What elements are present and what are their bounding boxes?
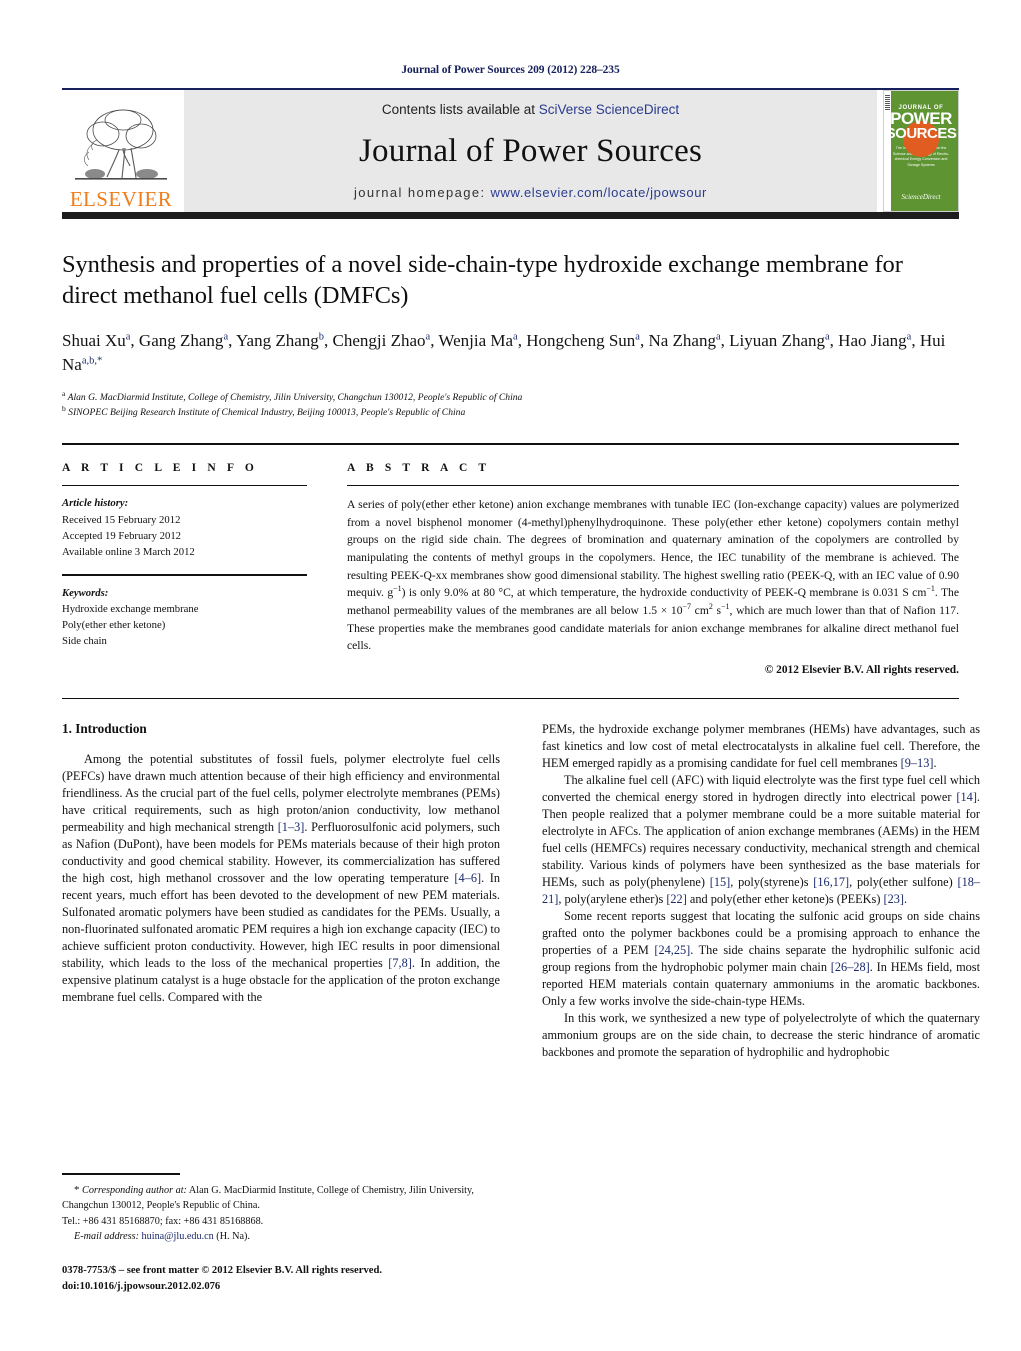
homepage-prefix: journal homepage:	[354, 185, 491, 200]
keyword-item: Side chain	[62, 635, 107, 648]
available-online-date: Available online 3 March 2012	[62, 546, 195, 559]
affiliation-b: b SINOPEC Beijing Research Institute of …	[62, 404, 466, 419]
affiliation-a: a Alan G. MacDiarmid Institute, College …	[62, 388, 523, 403]
email-line: E-mail address: huina@jlu.edu.cn (H. Na)…	[62, 1229, 500, 1244]
paragraph: Among the potential substitutes of fossi…	[62, 752, 501, 1005]
footnote-block: * Corresponding author at: Alan G. MacDi…	[62, 1173, 500, 1295]
info-and-abstract: A R T I C L E I N F O Article history: R…	[62, 462, 959, 676]
telephone-line: Tel.: +86 431 85168870; fax: +86 431 851…	[62, 1215, 264, 1227]
body-column-right: PEMs, the hydroxide exchange polymer mem…	[542, 721, 980, 1061]
keywords-label: Keywords:	[62, 586, 109, 599]
journal-article-page: Journal of Power Sources 209 (2012) 228–…	[0, 0, 1021, 1351]
abstract-column: A B S T R A C T A series of poly(ether e…	[347, 462, 959, 676]
article-info-rule	[62, 484, 307, 487]
keyword-item: Hydroxide exchange membrane	[62, 602, 199, 615]
title-block: Synthesis and properties of a novel side…	[62, 249, 959, 421]
article-info-separator	[62, 574, 307, 576]
page-title: Synthesis and properties of a novel side…	[62, 251, 903, 310]
email-label: E-mail address:	[74, 1230, 139, 1242]
abstract-heading: A B S T R A C T	[347, 461, 491, 474]
info-section-rule	[62, 442, 959, 445]
body-section-rule	[62, 697, 959, 700]
keyword-item: Poly(ether ether ketone)	[62, 619, 166, 632]
masthead-center-panel: Contents lists available at SciVerse Sci…	[184, 90, 877, 212]
affiliation-a-text: Alan G. MacDiarmid Institute, College of…	[67, 391, 523, 403]
journal-homepage-line: journal homepage: www.elsevier.com/locat…	[354, 185, 707, 200]
article-info-column: A R T I C L E I N F O Article history: R…	[62, 462, 307, 676]
elsevier-wordmark: ELSEVIER	[69, 187, 173, 211]
paragraph: The alkaline fuel cell (AFC) with liquid…	[542, 773, 981, 907]
affiliations: a Alan G. MacDiarmid Institute, College …	[62, 390, 959, 421]
section-heading-introduction: 1. Introduction	[62, 721, 147, 737]
footnote-rule	[62, 1173, 180, 1175]
footnote-text: * Corresponding author at: Alan G. MacDi…	[62, 1182, 500, 1244]
paragraph: Some recent reports suggest that locatin…	[542, 909, 980, 1009]
article-history-label: Article history:	[62, 497, 129, 510]
body-columns: 1. Introduction Among the potential subs…	[62, 721, 980, 1061]
contents-prefix: Contents lists available at	[381, 102, 539, 117]
author-list: Shuai Xua, Gang Zhanga, Yang Zhangb, Che…	[62, 330, 946, 374]
masthead: ELSEVIER Contents lists available at Sci…	[62, 90, 959, 212]
accepted-date: Accepted 19 February 2012	[62, 529, 182, 542]
masthead-bottom-bar	[62, 212, 959, 219]
abstract-copyright: © 2012 Elsevier B.V. All rights reserved…	[764, 663, 959, 676]
paragraph: PEMs, the hydroxide exchange polymer mem…	[542, 722, 980, 771]
contents-lists-line: Contents lists available at SciVerse Sci…	[382, 102, 679, 117]
received-date: Received 15 February 2012	[62, 513, 181, 526]
paragraph: In this work, we synthesized a new type …	[542, 1011, 980, 1060]
email-link[interactable]: huina@jlu.edu.cn	[142, 1231, 214, 1242]
cover-sciencedirect-mark: ScienceDirect	[901, 192, 941, 201]
issn-copyright-block: 0378-7753/$ – see front matter © 2012 El…	[62, 1263, 500, 1295]
doi-line: doi:10.1016/j.jpowsour.2012.02.076	[62, 1281, 221, 1293]
elsevier-logo: ELSEVIER	[62, 90, 180, 212]
running-head: Journal of Power Sources 209 (2012) 228–…	[401, 64, 620, 76]
abstract-text: A series of poly(ether ether ketone) ani…	[347, 498, 960, 653]
affiliation-b-text: SINOPEC Beijing Research Institute of Ch…	[68, 407, 466, 419]
homepage-url-link[interactable]: www.elsevier.com/locate/jpowsour	[491, 185, 707, 200]
body-column-left: 1. Introduction Among the potential subs…	[62, 721, 500, 1061]
keywords-group: Keywords: Hydroxide exchange membrane Po…	[62, 585, 307, 650]
cover-publisher-mark: ScienceDirect	[884, 192, 958, 203]
elsevier-tree-icon	[75, 109, 167, 180]
sciencedirect-link[interactable]: SciVerse ScienceDirect	[539, 102, 679, 117]
email-suffix: (H. Na).	[216, 1230, 250, 1242]
article-history-group: Article history: Received 15 February 20…	[62, 495, 307, 560]
article-info-heading: A R T I C L E I N F O	[62, 461, 258, 474]
issn-line: 0378-7753/$ – see front matter © 2012 El…	[62, 1265, 382, 1277]
journal-cover-thumbnail: JOURNAL OF POWER SOURCES The Internation…	[883, 90, 959, 212]
abstract-rule	[347, 484, 959, 487]
journal-title: Journal of Power Sources	[359, 132, 702, 169]
corresponding-author-note: * Corresponding author at: Alan G. MacDi…	[62, 1183, 474, 1212]
cover-line-sources: SOURCES	[885, 125, 957, 143]
